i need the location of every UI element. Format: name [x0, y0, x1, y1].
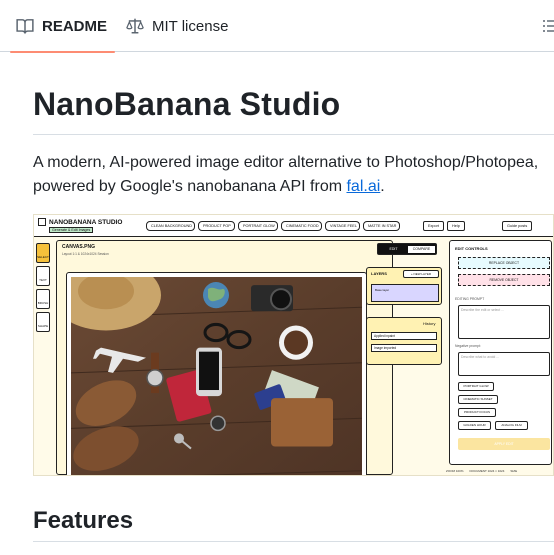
quick-action-clean-background: CLEAN BACKGROUND [146, 221, 195, 231]
status-zoom: ZOOM 100% [446, 469, 464, 473]
logo-mark-icon [38, 218, 46, 226]
canvas-label: CANVAS.PNG [62, 244, 95, 250]
edit-controls-panel: EDIT CONTROLS REPLACE OBJECT REMOVE OBJE… [449, 240, 552, 465]
features-heading: Features [33, 507, 134, 534]
layer-name: Base layer [375, 288, 390, 292]
replace-object-button: REPLACE OBJECT [458, 257, 550, 269]
app-topbar: NANOBANANA STUDIO Generate & Edit Images… [34, 215, 553, 237]
tool-select: SELECT [36, 243, 50, 263]
tab-readme[interactable]: README [9, 0, 116, 53]
preset-chip: ANALOG FILM [495, 421, 528, 430]
guide-posts-button: Guide posts [502, 221, 533, 231]
export-button: Export [423, 221, 444, 231]
new-layer-button: + NEW LAYER [403, 270, 439, 278]
editing-prompt-label: EDITING PROMPT [455, 297, 485, 301]
layers-panel: LAYERS + NEW LAYER Base layer [366, 267, 442, 305]
edit-controls-title: EDIT CONTROLS [455, 246, 488, 251]
toggle-compare: COMPARE [408, 246, 435, 253]
app-subtitle: Generate & Edit Images [49, 227, 94, 233]
history-title: History [423, 321, 436, 326]
title-divider [33, 134, 554, 135]
intro-text: A modern, AI-powered image editor altern… [33, 154, 539, 195]
scale-icon [126, 18, 144, 34]
readme-title: NanoBanana Studio [33, 86, 341, 122]
negative-prompt-field: Describe what to avoid ... [458, 352, 550, 376]
tool-brush: BRUSH [36, 289, 50, 309]
app-screenshot: NANOBANANA STUDIO Generate & Edit Images… [33, 214, 554, 476]
history-item: Applied inpaint [371, 332, 437, 340]
outline-list-icon[interactable] [542, 18, 554, 34]
canvas-frame [51, 259, 367, 475]
intro-end: . [380, 178, 385, 195]
quick-action-cinematic-food: CINEMATIC FOOD [281, 221, 322, 231]
fal-ai-link[interactable]: fal.ai [346, 178, 380, 195]
book-icon [16, 19, 34, 35]
preset-chip: CINEMATIC SUNSET [458, 395, 498, 404]
tab-license[interactable]: MIT license [126, 0, 228, 52]
layer-card: Base layer [371, 284, 439, 302]
app-logo: NANOBANANA STUDIO [38, 218, 122, 226]
status-size: SIZE [510, 469, 518, 473]
toggle-edit: EDIT [380, 246, 407, 253]
apply-edit-button: APPLY EDIT [458, 438, 550, 450]
app-title: NANOBANANA STUDIO [49, 218, 123, 226]
tab-license-label: MIT license [152, 17, 229, 35]
quick-action-matte-in-star: MATTE IN STAR [363, 221, 400, 231]
tab-readme-label: README [42, 17, 108, 35]
negative-prompt-label: Negative prompt: [455, 344, 481, 348]
canvas-panel: CANVAS.PNG Layout 1:1 & 1024x1024 Sessio… [51, 240, 437, 475]
history-panel: History Applied inpaint Image imported [366, 317, 442, 365]
intro-paragraph: A modern, AI-powered image editor altern… [33, 151, 554, 199]
preset-chip: PRODUCT FOCUS [458, 408, 496, 417]
preset-chip: PORTRAIT GLOW [458, 382, 494, 391]
tool-shape: SHAPE [36, 312, 50, 332]
status-document: DOCUMENT 1024 × 1024 [469, 469, 505, 473]
tool-text: TEXT [36, 266, 50, 286]
features-divider [33, 541, 554, 542]
canvas-sublabel: Layout 1:1 & 1024x1024 Session [62, 252, 109, 256]
canvas-photo [51, 259, 363, 475]
history-item: Image imported [371, 344, 437, 352]
layers-title: LAYERS [371, 271, 387, 276]
quick-action-vintage-feel: VINTAGE FEEL [325, 221, 360, 231]
editing-prompt-field: Describe the edit or select ... [458, 305, 550, 339]
edit-compare-toggle: EDIT COMPARE [377, 243, 437, 255]
remove-object-button: REMOVE OBJECT [458, 274, 550, 286]
help-button: Help [447, 221, 465, 231]
readme-tabbar: README MIT license [0, 0, 554, 53]
quick-action-portrait-glow: PORTRAIT GLOW [238, 221, 278, 231]
preset-chip: GOLDEN HOUR [458, 421, 491, 430]
app-status-bar: ZOOM 100% DOCUMENT 1024 × 1024 SIZE [446, 469, 553, 473]
quick-action-product-pop: PRODUCT POP [198, 221, 235, 231]
